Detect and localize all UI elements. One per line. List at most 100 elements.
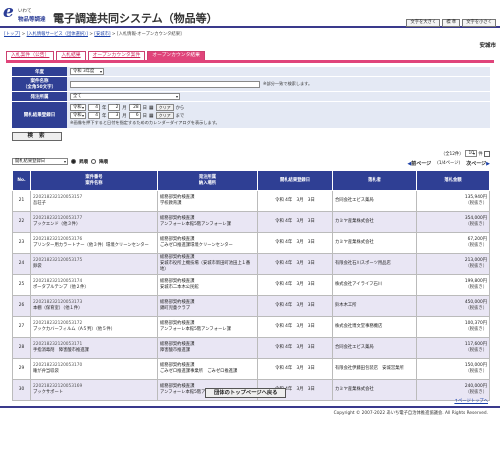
header-date: 開札結果登録日 bbox=[257, 170, 333, 191]
from-era-select[interactable]: 令和 bbox=[70, 104, 86, 111]
row-date: 令和 4年 3月 3日 bbox=[257, 358, 333, 380]
logo[interactable]: e いわて 物品等調達 bbox=[3, 2, 49, 24]
year-select[interactable]: 令和 3年度 bbox=[70, 68, 104, 75]
tab-bid-results[interactable]: 入札結果 bbox=[56, 51, 86, 60]
row-winner: 有限会社石川スポーツ用品店 bbox=[332, 253, 417, 275]
font-standard-button[interactable]: 標 準 bbox=[442, 19, 461, 27]
tab-open-counter-cases[interactable]: オープンカウンタ案件 bbox=[87, 51, 146, 60]
sort-go-icon[interactable] bbox=[484, 150, 490, 157]
next-page-link[interactable]: 次ページ▶ bbox=[466, 160, 490, 167]
table-row[interactable]: 22 220218232120053177 ブックエンド（他３件） 総務部契約検査課ア… bbox=[12, 211, 490, 233]
to-day-input[interactable]: 6 bbox=[128, 112, 141, 119]
per-page-select[interactable]: 10 bbox=[464, 150, 477, 157]
font-larger-button[interactable]: 文字を大きく bbox=[406, 19, 441, 27]
calendar-icon[interactable]: ▦ bbox=[149, 113, 154, 119]
from-month-input[interactable]: 2 bbox=[108, 104, 121, 111]
row-no: 27 bbox=[12, 316, 31, 338]
to-era-select[interactable]: 令和 bbox=[70, 112, 86, 119]
case-name-input[interactable] bbox=[70, 80, 260, 88]
logo-line2: 物品等調達 bbox=[18, 17, 46, 23]
year-label: 年度 bbox=[12, 67, 67, 76]
from-suffix: から bbox=[175, 105, 185, 111]
row-case[interactable]: 220218232120053174 ポータブルテンプ（他２件） bbox=[30, 274, 158, 296]
row-delivery-place: 安城市役所上機技場（安城市新田町池田上１番地） bbox=[160, 261, 251, 272]
row-case-name[interactable]: ブックカバーフィルム（A５判）（他５件） bbox=[33, 327, 155, 333]
page-label: (1/4ページ) bbox=[437, 161, 461, 166]
dept-select[interactable]: 全て bbox=[70, 93, 180, 100]
breadcrumb-top-link[interactable]: [トップ] bbox=[4, 32, 20, 37]
font-size-controls: 文字を大きく 標 準 文字を小さく bbox=[406, 19, 496, 27]
row-case-name[interactable]: 卵袋 bbox=[33, 264, 155, 270]
row-amount: 135,940円 （税抜き） bbox=[416, 190, 490, 212]
row-case[interactable]: 220218232120053173 本棚（保育室）（他１件） bbox=[30, 295, 158, 317]
row-amount: 213,000円 （税抜き） bbox=[416, 253, 490, 275]
table-row[interactable]: 21 220218232120053157 吾荘子 総務部契約検査課 学校教育課 令和 4… bbox=[12, 190, 490, 212]
from-day-input[interactable]: 28 bbox=[128, 104, 141, 111]
row-case[interactable]: 220218232120053177 ブックエンド（他３件） bbox=[30, 211, 158, 233]
row-case-name[interactable]: 吾荘子 bbox=[33, 201, 155, 207]
search-button[interactable]: 検 索 bbox=[12, 132, 62, 141]
from-clear-button[interactable]: クリア bbox=[155, 104, 174, 111]
table-row[interactable]: 25 220218232120053174 ポータブルテンプ（他２件） 総務部契約検査… bbox=[12, 274, 490, 296]
row-office: 総務部契約検査課 アンフォーレ本館5階アンフォーレ課 bbox=[157, 316, 258, 338]
tab-bid-notice[interactable]: 入札案件（公告） bbox=[6, 51, 55, 60]
row-office: 総務部契約検査課 アンフォーレ本館5階アンフォーレ課 bbox=[157, 211, 258, 233]
font-smaller-button[interactable]: 文字を小さく bbox=[462, 19, 496, 27]
row-office: 総務部契約検査課 安城市役所上機技場（安城市新田町池田上１番地） bbox=[157, 253, 258, 275]
date-label: 開札結果登録日 bbox=[12, 102, 67, 128]
breadcrumb-org-link[interactable]: [安城市] bbox=[94, 32, 110, 37]
row-case-name[interactable]: ポータブルテンプ（他２件） bbox=[33, 285, 155, 291]
row-case[interactable]: 220218232120053172 ブックカバーフィルム（A５判）（他５件） bbox=[30, 316, 158, 338]
page-nav: ◀前ページ (1/4ページ) 次ページ▶ bbox=[407, 160, 490, 167]
table-row[interactable]: 29 220218232120053170 睡が弁当収袋 総務部契約検査課 ごみゼロ推進… bbox=[12, 358, 490, 380]
row-case[interactable]: 220218232120053157 吾荘子 bbox=[30, 190, 158, 212]
header-amount: 落札金額 bbox=[416, 170, 490, 191]
day-unit: 日 bbox=[142, 113, 147, 119]
sort-asc-radio[interactable] bbox=[71, 159, 76, 164]
row-case[interactable]: 220218232120053171 手指消毒剤 障害酸市推進課 bbox=[30, 337, 158, 359]
to-month-input[interactable]: 3 bbox=[108, 112, 121, 119]
to-suffix: まで bbox=[175, 113, 185, 119]
row-case[interactable]: 220218232120053175 卵袋 bbox=[30, 253, 158, 275]
dept-label: 発注所属 bbox=[12, 92, 67, 101]
sort-key-select[interactable]: 開札結果登録日 bbox=[12, 158, 68, 165]
row-case[interactable]: 220218232120053169 ブックサポート bbox=[30, 379, 158, 401]
row-date: 令和 4年 3月 3日 bbox=[257, 295, 333, 317]
row-case-name[interactable]: ブックサポート bbox=[33, 390, 155, 396]
row-case[interactable]: 220218232120053170 睡が弁当収袋 bbox=[30, 358, 158, 380]
from-year-input[interactable]: 4 bbox=[88, 104, 100, 111]
row-case-name[interactable]: 睡が弁当収袋 bbox=[33, 369, 155, 375]
breadcrumb-service-link[interactable]: [入札情報サービス（団体選択）] bbox=[27, 32, 88, 37]
row-no: 26 bbox=[12, 295, 31, 317]
table-row[interactable]: 28 220218232120053171 手指消毒剤 障害酸市推進課 総務部契約検査… bbox=[12, 337, 490, 359]
row-case-name[interactable]: プリンター用カラートナー（他３件）環境クリーンセンター bbox=[33, 243, 155, 249]
row-delivery-place: ごみゼロ推進課事業所 ごみゼロ推進課 bbox=[160, 369, 238, 374]
breadcrumb: [トップ] > [入札情報サービス（団体選択）] > [安城市] > [入札情報… bbox=[4, 31, 182, 37]
row-case-name[interactable]: 本棚（保育室）（他１件） bbox=[33, 306, 155, 312]
row-no: 21 bbox=[12, 190, 31, 212]
to-year-input[interactable]: 4 bbox=[88, 112, 100, 119]
row-winner: カミヤ産業株式会社 bbox=[332, 379, 417, 401]
year-unit: 年 bbox=[102, 113, 107, 119]
page-top-link[interactable]: ↑ページトップへ bbox=[454, 398, 488, 404]
tab-open-counter-results[interactable]: オープンカウンタ結果 bbox=[147, 51, 205, 60]
row-office: 総務部契約検査課 安城市二本木公民館 bbox=[157, 274, 258, 296]
table-row[interactable]: 27 220218232120053172 ブックカバーフィルム（A５判）（他５件）… bbox=[12, 316, 490, 338]
results-table: No. 案件番号 案件名称 発注所属 納入場所 開札結果登録日 落札者 落札金額 2… bbox=[12, 170, 490, 401]
row-winner: カミヤ産業株式会社 bbox=[332, 211, 417, 233]
calendar-icon[interactable]: ▦ bbox=[149, 105, 154, 111]
row-tax-note: （税抜き） bbox=[465, 369, 487, 374]
table-row[interactable]: 23 220218232120053176 プリンター用カラートナー（他３件）環境ク… bbox=[12, 232, 490, 254]
sort-desc-radio[interactable] bbox=[91, 159, 96, 164]
table-row[interactable]: 26 220218232120053173 本棚（保育室）（他１件） 総務部契約検査課… bbox=[12, 295, 490, 317]
row-tax-note: （税抜き） bbox=[465, 222, 487, 227]
row-case[interactable]: 220218232120053176 プリンター用カラートナー（他３件）環境クリー… bbox=[30, 232, 158, 254]
to-clear-button[interactable]: クリア bbox=[155, 112, 174, 119]
row-case-name[interactable]: 手指消毒剤 障害酸市推進課 bbox=[33, 348, 155, 354]
back-to-org-top-button[interactable]: 団体のトップページへ戻る bbox=[205, 388, 287, 398]
row-case-name[interactable]: ブックエンド（他３件） bbox=[33, 222, 155, 228]
logo-line1: いわて bbox=[18, 9, 32, 14]
prev-page-link[interactable]: ◀前ページ bbox=[407, 160, 431, 167]
row-no: 24 bbox=[12, 253, 31, 275]
table-row[interactable]: 24 220218232120053175 卵袋 総務部契約検査課 安城市役所上機技場（… bbox=[12, 253, 490, 275]
